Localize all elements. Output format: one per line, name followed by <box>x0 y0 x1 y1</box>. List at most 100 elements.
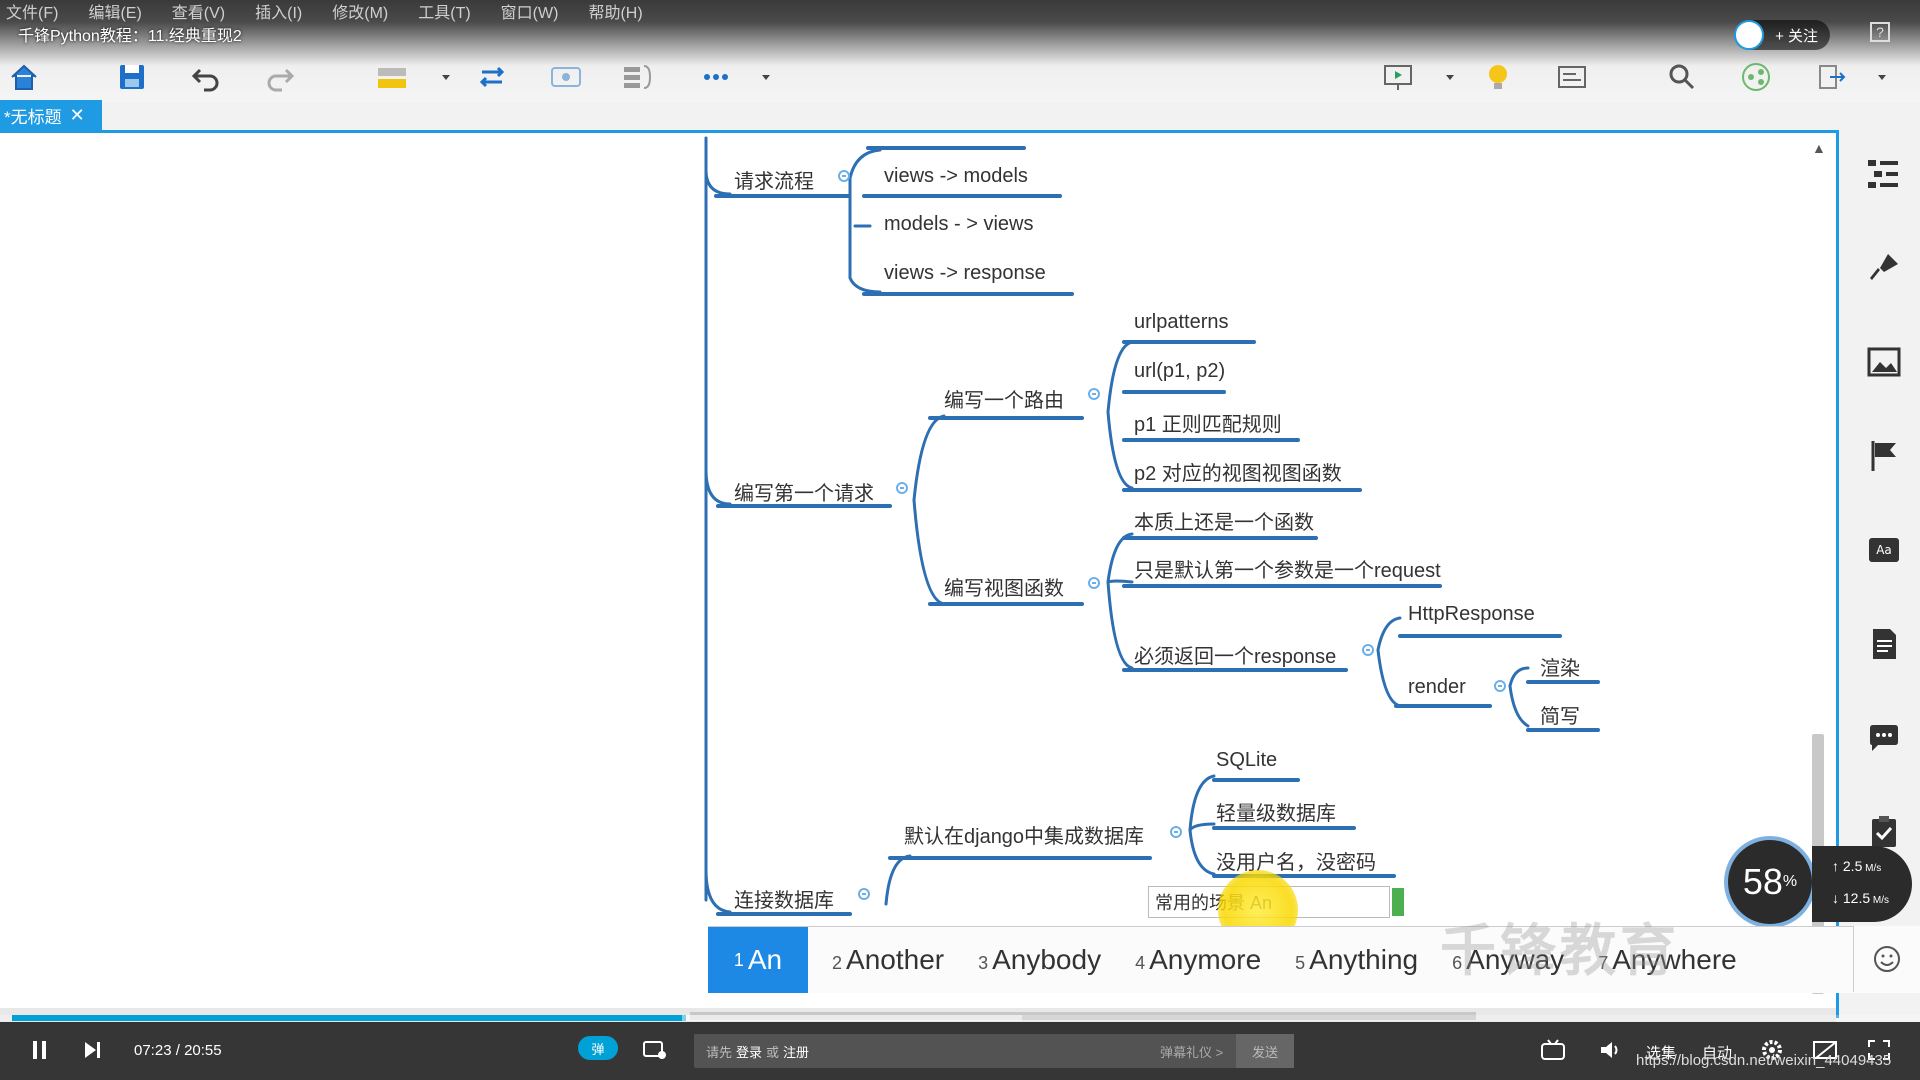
node-request-flow[interactable]: 请求流程 <box>734 165 814 194</box>
relationship-icon[interactable] <box>474 62 510 92</box>
collapse-icon[interactable] <box>1088 388 1100 400</box>
node-shorthand[interactable]: 简写 <box>1540 700 1580 729</box>
node-write-route[interactable]: 编写一个路由 <box>944 384 1064 413</box>
notes-icon[interactable] <box>1866 626 1902 662</box>
speed-percent: 58 <box>1742 861 1783 902</box>
tab-untitled[interactable]: *无标题 ✕ <box>0 100 102 130</box>
summary-icon[interactable] <box>620 62 656 92</box>
node-write-view-function[interactable]: 编写视图函数 <box>944 572 1064 601</box>
ime-candidate-2[interactable]: 2 Another <box>832 944 944 976</box>
ime-indicator <box>1392 888 1404 916</box>
login-link[interactable]: 登录 <box>736 1042 762 1061</box>
image-icon[interactable] <box>1866 344 1902 380</box>
menu-view[interactable]: 查看(V) <box>172 0 225 23</box>
send-button[interactable]: 发送 <box>1236 1034 1294 1068</box>
export-icon[interactable] <box>1814 62 1850 92</box>
node-first-param-request[interactable]: 只是默认第一个参数是一个request <box>1134 554 1441 583</box>
boundary-icon[interactable] <box>548 62 584 92</box>
danmu-settings-icon[interactable] <box>642 1038 668 1066</box>
time-display: 07:23 / 20:55 <box>134 1042 222 1059</box>
uploader-avatar[interactable] <box>1734 20 1764 50</box>
close-icon[interactable]: ✕ <box>70 105 85 126</box>
help-icon[interactable]: ? <box>1870 22 1890 42</box>
format-brush-icon[interactable] <box>1866 250 1902 286</box>
outline-icon[interactable] <box>1866 156 1902 192</box>
bilibili-tv-icon[interactable] <box>1540 1038 1566 1066</box>
dropdown-arrow-icon[interactable] <box>428 62 464 92</box>
menu-tools[interactable]: 工具(T) <box>418 0 470 23</box>
node-lightweight-db[interactable]: 轻量级数据库 <box>1216 797 1336 826</box>
more-dropdown-icon[interactable] <box>748 62 784 92</box>
node-connect-database[interactable]: 连接数据库 <box>734 884 834 913</box>
menu-window[interactable]: 窗口(W) <box>501 0 559 23</box>
sticker-text-icon[interactable]: Aa <box>1866 532 1902 568</box>
export-dropdown-icon[interactable] <box>1864 62 1900 92</box>
node-render-desc[interactable]: 渲染 <box>1540 652 1580 681</box>
home-icon[interactable] <box>6 62 42 92</box>
collapse-icon[interactable] <box>1362 644 1374 656</box>
ime-candidate-4[interactable]: 4 Anymore <box>1135 944 1261 976</box>
video-title: 千锋Python教程：11.经典重现2 <box>18 28 242 45</box>
more-icon[interactable] <box>698 62 734 92</box>
node-p1-regex[interactable]: p1 正则匹配规则 <box>1134 408 1282 437</box>
next-icon[interactable] <box>82 1038 102 1066</box>
presentation-icon[interactable] <box>1380 62 1416 92</box>
pause-icon[interactable] <box>30 1038 50 1066</box>
menu-modify[interactable]: 修改(M) <box>332 0 388 23</box>
outline-view-icon[interactable] <box>1554 62 1590 92</box>
node-views-response[interactable]: views -> response <box>884 262 1046 285</box>
topic-icon[interactable] <box>374 62 410 92</box>
marker-flag-icon[interactable] <box>1866 438 1902 474</box>
node-url-p1-p2[interactable]: url(p1, p2) <box>1134 360 1225 383</box>
comment-icon[interactable] <box>1866 720 1902 756</box>
follow-label: + 关注 <box>1775 27 1818 45</box>
ime-candidate-5[interactable]: 5 Anything <box>1295 944 1418 976</box>
ime-candidate-3[interactable]: 3 Anybody <box>978 944 1101 976</box>
idea-bulb-icon[interactable] <box>1480 62 1516 92</box>
ime-candidate-1[interactable]: 1 An <box>708 927 808 993</box>
collapse-icon[interactable] <box>1088 577 1100 589</box>
node-must-return-response[interactable]: 必须返回一个response <box>1134 640 1336 669</box>
collapse-icon[interactable] <box>1494 680 1506 692</box>
menu-edit[interactable]: 编辑(E) <box>88 0 141 23</box>
save-icon[interactable] <box>114 62 150 92</box>
node-sqlite[interactable]: SQLite <box>1216 749 1277 772</box>
menu-file[interactable]: 文件(F) <box>6 0 58 23</box>
volume-icon[interactable] <box>1598 1038 1624 1066</box>
node-no-user-no-password[interactable]: 没用户名，没密码 <box>1216 846 1376 875</box>
menu-help[interactable]: 帮助(H) <box>588 0 642 23</box>
danmu-etiquette-link[interactable]: 弹幕礼仪 > <box>1160 1042 1223 1061</box>
task-clipboard-icon[interactable] <box>1866 814 1902 850</box>
network-speed-panel: ↑ 2.5 M/s ↓ 12.5 M/s <box>1812 846 1912 922</box>
ime-candidate-bar: 1 An 2 Another 3 Anybody 4 Anymore 5 Anything… <box>708 926 1920 993</box>
node-views-models[interactable]: views -> models <box>884 165 1028 188</box>
source-url: https://blog.csdn.net/weixin_44049435 <box>1636 1052 1892 1069</box>
menu-bar: 文件(F) 编辑(E) 查看(V) 插入(I) 修改(M) 工具(T) 窗口(W… <box>0 0 1920 22</box>
watermark: 千锋教育 <box>1440 919 1680 982</box>
menu-insert[interactable]: 插入(I) <box>255 0 302 23</box>
scroll-up-icon[interactable]: ▲ <box>1812 140 1826 156</box>
node-write-first-request[interactable]: 编写第一个请求 <box>734 477 874 506</box>
search-icon[interactable] <box>1664 62 1700 92</box>
node-httpresponse[interactable]: HttpResponse <box>1408 603 1535 626</box>
video-progress-bar[interactable] <box>0 1015 1920 1021</box>
progress-played <box>12 1015 686 1021</box>
node-urlpatterns[interactable]: urlpatterns <box>1134 311 1229 334</box>
follow-button[interactable]: + 关注 <box>1734 20 1830 50</box>
collapse-icon[interactable] <box>1170 826 1182 838</box>
emoji-icon[interactable] <box>1853 926 1920 992</box>
node-p2-view[interactable]: p2 对应的视图视图函数 <box>1134 457 1342 486</box>
node-django-default-db[interactable]: 默认在django中集成数据库 <box>904 820 1144 849</box>
node-models-views[interactable]: models - > views <box>884 213 1034 236</box>
presentation-dropdown-icon[interactable] <box>1432 62 1468 92</box>
collapse-icon[interactable] <box>896 482 908 494</box>
node-render[interactable]: render <box>1408 676 1466 699</box>
collapse-icon[interactable] <box>838 170 850 182</box>
register-link[interactable]: 注册 <box>783 1042 809 1061</box>
collapse-icon[interactable] <box>858 888 870 900</box>
redo-icon[interactable] <box>262 62 298 92</box>
node-essentially-function[interactable]: 本质上还是一个函数 <box>1134 506 1314 535</box>
share-icon[interactable] <box>1738 62 1774 92</box>
undo-icon[interactable] <box>188 62 224 92</box>
danmu-toggle[interactable]: 弹 <box>578 1036 618 1060</box>
